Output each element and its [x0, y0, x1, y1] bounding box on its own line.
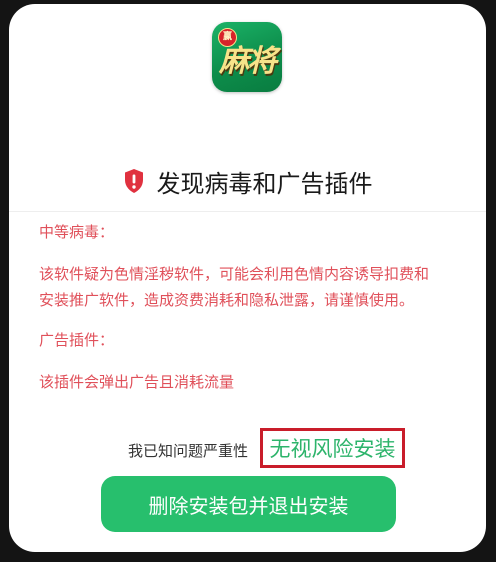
dialog-title: 发现病毒和广告插件	[156, 169, 373, 198]
title-divider	[9, 211, 486, 212]
ad-plugin-description: 该插件会弹出广告且消耗流量	[39, 373, 235, 391]
ignore-risk-install-label: 无视风险安装	[269, 437, 396, 461]
risk-acknowledge-row: 我已知问题严重性 无视风险安装	[9, 428, 486, 472]
dialog-title-row: 发现病毒和广告插件	[9, 164, 486, 198]
ad-plugin-heading: 广告插件：	[39, 331, 115, 349]
acknowledge-text: 我已知问题严重性	[128, 442, 249, 460]
virus-heading: 中等病毒：	[39, 223, 115, 241]
shield-warning-icon	[124, 169, 143, 193]
delete-package-exit-label: 删除安装包并退出安装	[148, 493, 349, 518]
virus-description-line-1: 该软件疑为色情淫秽软件，可能会利用色情内容诱导扣费和	[39, 265, 430, 283]
delete-package-exit-button[interactable]: 删除安装包并退出安装	[101, 476, 396, 532]
virus-description-line-2: 安装推广软件，造成资费消耗和隐私泄露，请谨慎使用。	[39, 291, 415, 309]
app-icon: 赢 麻将	[212, 22, 282, 92]
app-icon-text: 麻将	[219, 44, 277, 79]
ignore-risk-install-link[interactable]: 无视风险安装	[260, 428, 405, 468]
virus-warning-dialog: 赢 麻将 发现病毒和广告插件 中等病毒： 该软件疑为色情淫秽软件，可能会利用色情…	[9, 4, 486, 552]
